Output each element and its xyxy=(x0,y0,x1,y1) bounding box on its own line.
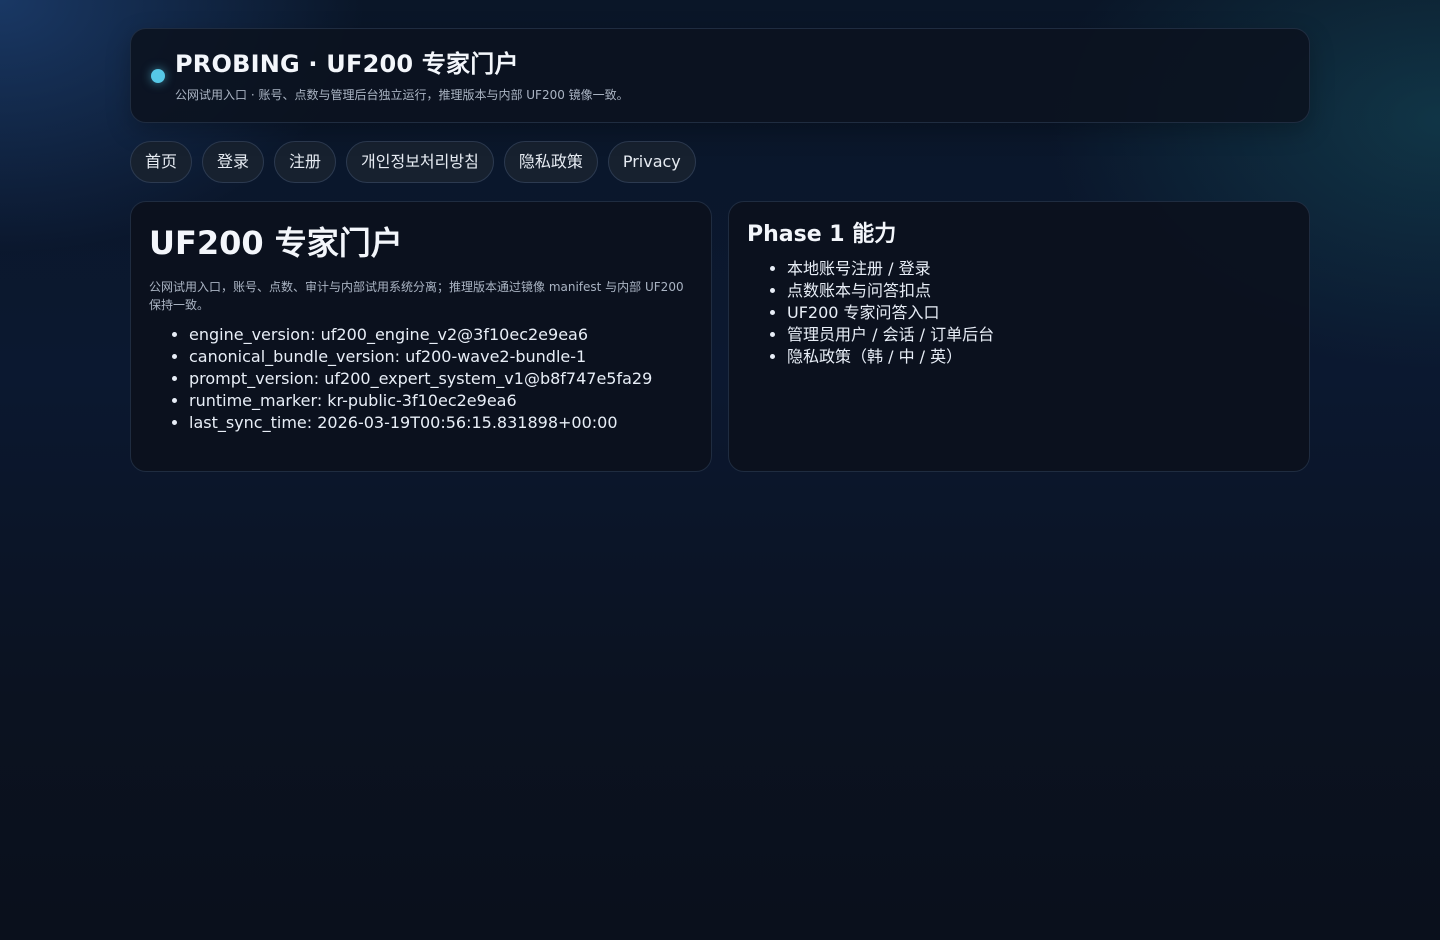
portal-description: 公网试用入口，账号、点数、审计与内部试用系统分离；推理版本通过镜像 manife… xyxy=(149,280,684,312)
list-item: 本地账号注册 / 登录 xyxy=(787,258,1291,280)
list-item: 隐私政策（韩 / 中 / 英） xyxy=(787,346,1291,368)
site-title: PROBING · UF200 专家门户 xyxy=(175,50,519,78)
nav-privacy-ko-link[interactable]: 개인정보처리방침 xyxy=(346,141,494,183)
nav-privacy-en-link[interactable]: Privacy xyxy=(607,141,696,183)
list-item: UF200 专家问答入口 xyxy=(787,302,1291,324)
list-item: engine_version: uf200_engine_v2@3f10ec2e… xyxy=(189,324,693,346)
list-item: runtime_marker: kr-public-3f10ec2e9ea6 xyxy=(189,390,693,412)
site-header: PROBING · UF200 专家门户 公网试用入口 · 账号、点数与管理后台… xyxy=(130,28,1310,123)
nav-home-link[interactable]: 首页 xyxy=(130,141,193,183)
page: PROBING · UF200 专家门户 公网试用入口 · 账号、点数与管理后台… xyxy=(130,28,1310,472)
portal-info-card: UF200 专家门户 公网试用入口，账号、点数、审计与内部试用系统分离；推理版本… xyxy=(130,201,712,472)
list-item: last_sync_time: 2026-03-19T00:56:15.8318… xyxy=(189,412,693,434)
nav-privacy-zh-link[interactable]: 隐私政策 xyxy=(503,141,598,183)
capabilities-title: Phase 1 能力 xyxy=(747,222,897,247)
list-item: prompt_version: uf200_expert_system_v1@b… xyxy=(189,368,693,390)
capabilities-list: 本地账号注册 / 登录 点数账本与问答扣点 UF200 专家问答入口 管理员用户… xyxy=(747,258,1291,368)
nav-register-link[interactable]: 注册 xyxy=(274,141,337,183)
phase-capabilities-card: Phase 1 能力 本地账号注册 / 登录 点数账本与问答扣点 UF200 专… xyxy=(728,201,1310,472)
site-subtitle: 公网试用入口 · 账号、点数与管理后台独立运行，推理版本与内部 UF200 镜像… xyxy=(175,88,629,102)
list-item: 点数账本与问答扣点 xyxy=(787,280,1291,302)
list-item: 管理员用户 / 会话 / 订单后台 xyxy=(787,324,1291,346)
status-dot-icon xyxy=(151,69,165,83)
version-list: engine_version: uf200_engine_v2@3f10ec2e… xyxy=(149,324,693,434)
nav-login-link[interactable]: 登录 xyxy=(202,141,265,183)
nav-bar: 首页 登录 注册 개인정보처리방침 隐私政策 Privacy xyxy=(130,141,1310,183)
portal-title: UF200 专家门户 xyxy=(149,224,403,262)
content-cards: UF200 专家门户 公网试用入口，账号、点数、审计与内部试用系统分离；推理版本… xyxy=(130,201,1310,472)
list-item: canonical_bundle_version: uf200-wave2-bu… xyxy=(189,346,693,368)
